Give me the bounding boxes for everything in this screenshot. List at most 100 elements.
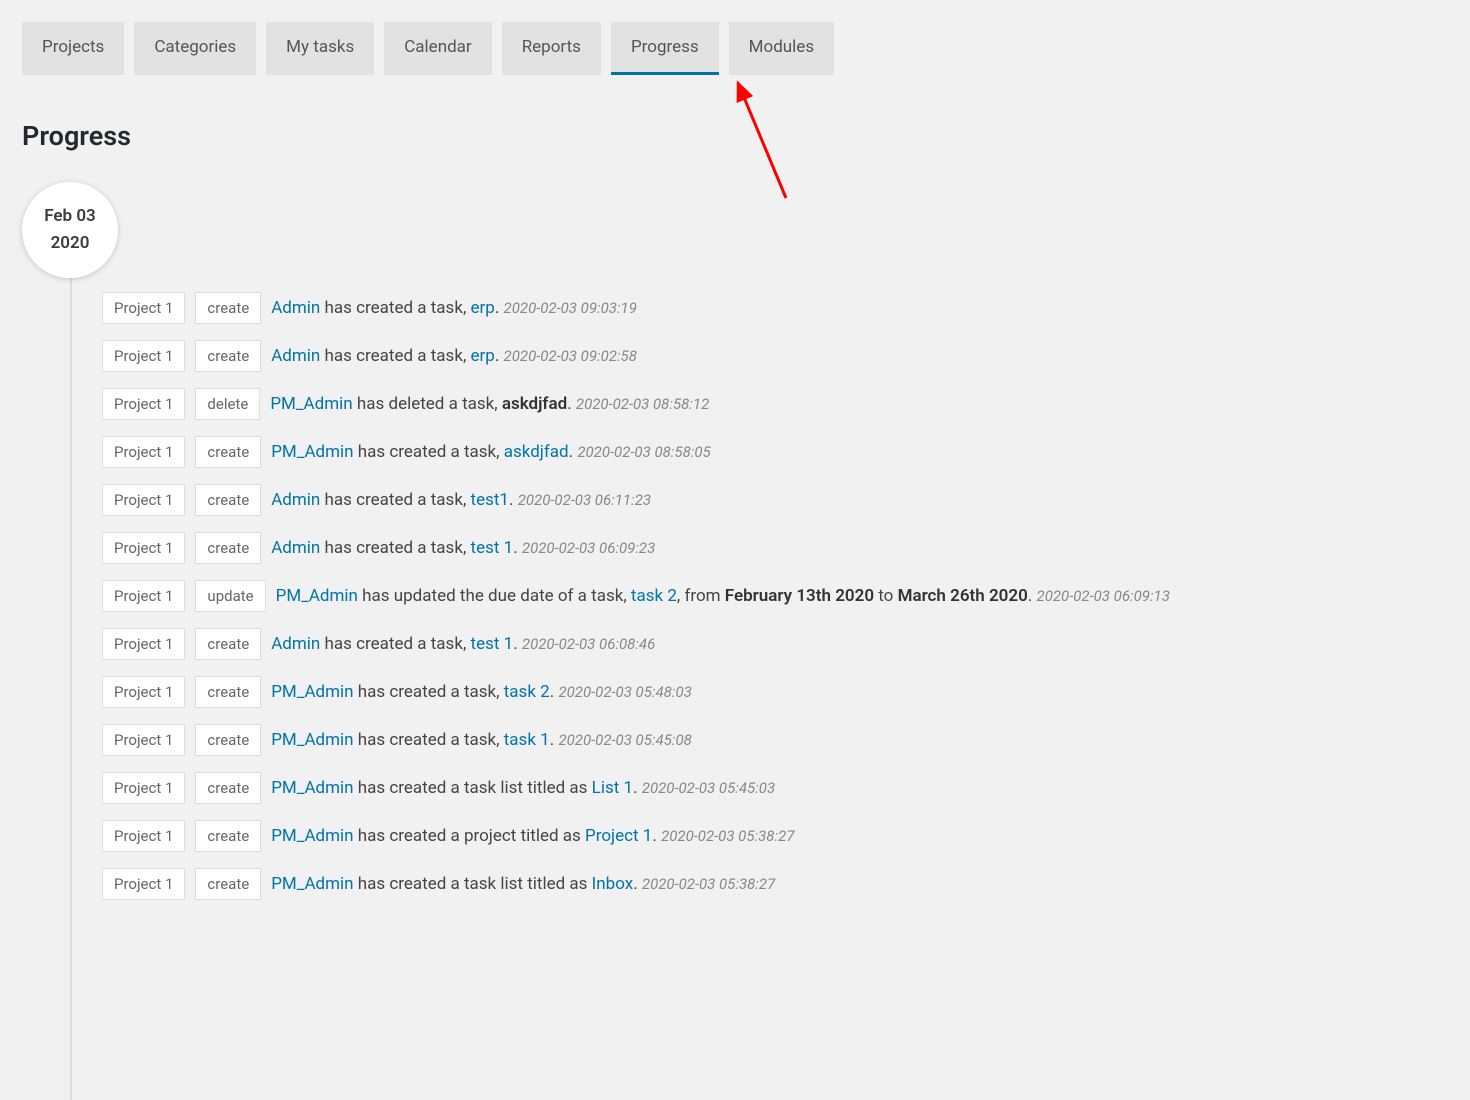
tab-progress[interactable]: Progress <box>611 22 719 75</box>
project-label[interactable]: Project 1 <box>102 436 185 468</box>
timestamp: 2020-02-03 06:08:46 <box>522 635 655 653</box>
timestamp: 2020-02-03 06:09:23 <box>522 539 655 557</box>
object-link[interactable]: test 1 <box>471 634 514 654</box>
timestamp: 2020-02-03 08:58:05 <box>577 443 710 461</box>
activity-middle: has created a task, <box>325 490 467 510</box>
suffix: , from <box>677 586 725 606</box>
tab-my-tasks[interactable]: My tasks <box>266 22 374 75</box>
activity-row: Project 1 create PM_Admin has created a ta… <box>102 868 1470 900</box>
project-label[interactable]: Project 1 <box>102 868 185 900</box>
activity-row: Project 1updatePM_Admin has updated the … <box>102 580 1470 612</box>
suffix: . <box>633 778 637 798</box>
mid2: to <box>874 586 898 606</box>
suffix: . <box>569 442 573 462</box>
action-label[interactable]: create <box>195 820 261 852</box>
tab-projects[interactable]: Projects <box>22 22 124 75</box>
object-link[interactable]: Inbox <box>592 874 634 894</box>
object-link[interactable]: askdjfad <box>504 442 569 462</box>
user-link[interactable]: PM_Admin <box>271 874 353 894</box>
user-link[interactable]: PM_Admin <box>271 442 353 462</box>
timestamp: 2020-02-03 06:11:23 <box>518 491 651 509</box>
user-link[interactable]: PM_Admin <box>271 682 353 702</box>
object-link[interactable]: erp <box>471 298 495 318</box>
date-badge: Feb 03 2020 <box>22 182 118 278</box>
activity-middle: has created a task, <box>325 298 467 318</box>
suffix: . <box>513 634 517 654</box>
timestamp: 2020-02-03 05:38:27 <box>642 875 775 893</box>
object-link[interactable]: test 1 <box>471 538 514 558</box>
project-label[interactable]: Project 1 <box>102 628 185 660</box>
activity-text: PM_Admin has created a task, task 1. 202… <box>271 730 692 750</box>
action-label[interactable]: create <box>195 436 261 468</box>
action-label[interactable]: delete <box>195 388 260 420</box>
timestamp: 2020-02-03 05:38:27 <box>661 827 794 845</box>
timestamp: 2020-02-03 05:48:03 <box>558 683 691 701</box>
suffix: . <box>513 538 517 558</box>
action-label[interactable]: create <box>195 532 261 564</box>
user-link[interactable]: PM_Admin <box>276 586 358 606</box>
tab-categories[interactable]: Categories <box>134 22 256 75</box>
timestamp: 2020-02-03 08:58:12 <box>576 395 709 413</box>
activity-middle: has created a task, <box>325 346 467 366</box>
action-label[interactable]: create <box>195 772 261 804</box>
suffix: . <box>550 682 554 702</box>
project-label[interactable]: Project 1 <box>102 532 185 564</box>
action-label[interactable]: create <box>195 484 261 516</box>
action-label[interactable]: create <box>195 724 261 756</box>
project-label[interactable]: Project 1 <box>102 772 185 804</box>
project-label[interactable]: Project 1 <box>102 820 185 852</box>
activity-text: PM_Admin has created a task list titled … <box>271 874 775 894</box>
action-label[interactable]: create <box>195 868 261 900</box>
activity-text: PM_Admin has created a task, askdjfad. 2… <box>271 442 710 462</box>
user-link[interactable]: PM_Admin <box>271 778 353 798</box>
tab-reports[interactable]: Reports <box>502 22 601 75</box>
project-label[interactable]: Project 1 <box>102 388 185 420</box>
user-link[interactable]: Admin <box>271 490 320 510</box>
object-link[interactable]: task 2 <box>631 586 677 606</box>
activity-row: Project 1 create PM_Admin has created a ta… <box>102 436 1470 468</box>
project-label[interactable]: Project 1 <box>102 484 185 516</box>
object-link[interactable]: Project 1 <box>585 826 652 846</box>
activity-row: Project 1 create Admin has created a task,… <box>102 484 1470 516</box>
timestamp: 2020-02-03 06:09:13 <box>1037 587 1170 605</box>
timestamp: 2020-02-03 05:45:03 <box>642 779 775 797</box>
object-link[interactable]: erp <box>471 346 495 366</box>
action-label[interactable]: update <box>195 580 265 612</box>
activity-text: Admin has created a task, erp. 2020-02-0… <box>271 298 637 318</box>
tab-calendar[interactable]: Calendar <box>384 22 491 75</box>
project-label[interactable]: Project 1 <box>102 580 185 612</box>
tab-modules[interactable]: Modules <box>729 22 834 75</box>
user-link[interactable]: Admin <box>271 538 320 558</box>
user-link[interactable]: Admin <box>271 346 320 366</box>
activity-text: Admin has created a task, test 1. 2020-0… <box>271 634 655 654</box>
activity-text: Admin has created a task, test 1. 2020-0… <box>271 538 655 558</box>
action-label[interactable]: create <box>195 628 261 660</box>
activity-middle: has created a task, <box>358 442 500 462</box>
action-label[interactable]: create <box>195 676 261 708</box>
project-label[interactable]: Project 1 <box>102 724 185 756</box>
activity-row: Project 1 create Admin has created a task,… <box>102 532 1470 564</box>
page-title: Progress <box>22 120 1470 152</box>
activity-middle: has created a task, <box>325 634 467 654</box>
activity-row: Project 1createPM_Admin has created a pr… <box>102 820 1470 852</box>
object-link[interactable]: task 1 <box>504 730 550 750</box>
bold2: March 26th 2020 <box>898 586 1028 606</box>
project-label[interactable]: Project 1 <box>102 340 185 372</box>
object-link[interactable]: test1 <box>471 490 509 510</box>
timestamp: 2020-02-03 09:03:19 <box>504 299 637 317</box>
bold1: February 13th 2020 <box>725 586 874 606</box>
action-label[interactable]: create <box>195 340 261 372</box>
project-label[interactable]: Project 1 <box>102 292 185 324</box>
action-label[interactable]: create <box>195 292 261 324</box>
user-link[interactable]: PM_Admin <box>271 730 353 750</box>
project-label[interactable]: Project 1 <box>102 676 185 708</box>
object-link[interactable]: task 2 <box>504 682 550 702</box>
suffix: . <box>550 730 554 750</box>
user-link[interactable]: PM_Admin <box>270 394 352 414</box>
user-link[interactable]: Admin <box>271 634 320 654</box>
activity-text: PM_Admin has deleted a task, askdjfad. 2… <box>270 394 709 414</box>
activity-row: Project 1 create Admin has created a task,… <box>102 628 1470 660</box>
user-link[interactable]: PM_Admin <box>271 826 353 846</box>
object-link[interactable]: List 1 <box>592 778 633 798</box>
user-link[interactable]: Admin <box>271 298 320 318</box>
